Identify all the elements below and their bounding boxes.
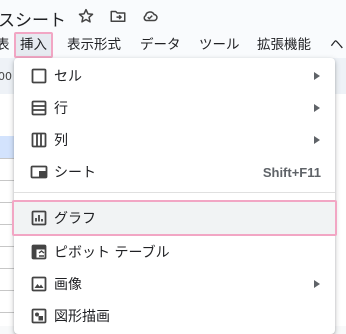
grid-line bbox=[0, 158, 14, 159]
menu-item-label: 画像 bbox=[54, 277, 82, 293]
insert-menu-dropdown: セル 行 列 シート Shift+F11 グラフ ピボット テーブル 画像 図形… bbox=[12, 58, 337, 334]
keyboard-shortcut: Shift+F11 bbox=[262, 164, 321, 180]
menu-item-label: ピボット テーブル bbox=[54, 245, 170, 261]
grid-line bbox=[0, 224, 14, 225]
menu-view-partial[interactable]: 表 bbox=[0, 34, 10, 56]
grid-line bbox=[0, 312, 14, 313]
grid-line bbox=[0, 268, 14, 269]
menu-item-pivot-table[interactable]: ピボット テーブル bbox=[14, 236, 335, 268]
menu-item-label: 図形描画 bbox=[54, 309, 110, 325]
menu-item-label: セル bbox=[54, 69, 82, 85]
document-title[interactable]: スシート bbox=[0, 6, 66, 31]
menu-item-label: 列 bbox=[54, 133, 68, 149]
zoom-fragment[interactable]: 00 bbox=[0, 70, 12, 83]
rows-icon bbox=[30, 99, 48, 117]
sheet-icon bbox=[30, 163, 48, 181]
menu-help-partial[interactable]: ヘ bbox=[330, 34, 344, 56]
menu-item-label: シート bbox=[54, 165, 96, 181]
grid-line bbox=[0, 180, 14, 181]
submenu-arrow-icon bbox=[313, 104, 321, 112]
cloud-status-icon[interactable] bbox=[140, 6, 160, 26]
submenu-arrow-icon bbox=[313, 72, 321, 80]
grid-line bbox=[0, 290, 14, 291]
image-icon bbox=[30, 275, 48, 293]
menu-item-label: グラフ bbox=[54, 211, 96, 227]
menu-format[interactable]: 表示形式 bbox=[67, 34, 121, 56]
menu-item-image[interactable]: 画像 bbox=[14, 268, 335, 300]
chart-icon bbox=[30, 209, 48, 227]
menu-item-label: 行 bbox=[54, 101, 68, 117]
columns-icon bbox=[30, 131, 48, 149]
menu-tools[interactable]: ツール bbox=[199, 34, 240, 56]
menu-item-cell[interactable]: セル bbox=[14, 60, 335, 92]
drawing-icon bbox=[30, 307, 48, 325]
menu-item-chart[interactable]: グラフ bbox=[12, 200, 337, 236]
menu-item-column[interactable]: 列 bbox=[14, 124, 335, 156]
menu-data[interactable]: データ bbox=[140, 34, 181, 56]
menu-divider bbox=[14, 192, 335, 193]
menu-item-drawing[interactable]: 図形描画 bbox=[14, 300, 335, 332]
grid-line bbox=[0, 246, 14, 247]
selected-column-header[interactable] bbox=[0, 136, 14, 158]
menu-extensions[interactable]: 拡張機能 bbox=[257, 34, 311, 56]
grid-line bbox=[0, 202, 14, 203]
title-bar: スシート bbox=[0, 0, 346, 32]
menu-item-sheet[interactable]: シート Shift+F11 bbox=[14, 156, 335, 188]
move-to-folder-icon[interactable] bbox=[108, 6, 128, 26]
menu-bar: 表 挿入 表示形式 データ ツール 拡張機能 ヘ bbox=[0, 32, 346, 58]
star-icon[interactable] bbox=[76, 6, 96, 26]
menu-item-row[interactable]: 行 bbox=[14, 92, 335, 124]
cell-square-icon bbox=[30, 67, 48, 85]
menu-insert[interactable]: 挿入 bbox=[14, 32, 53, 58]
pivot-table-icon bbox=[30, 243, 48, 261]
submenu-arrow-icon bbox=[313, 280, 321, 288]
submenu-arrow-icon bbox=[313, 136, 321, 144]
